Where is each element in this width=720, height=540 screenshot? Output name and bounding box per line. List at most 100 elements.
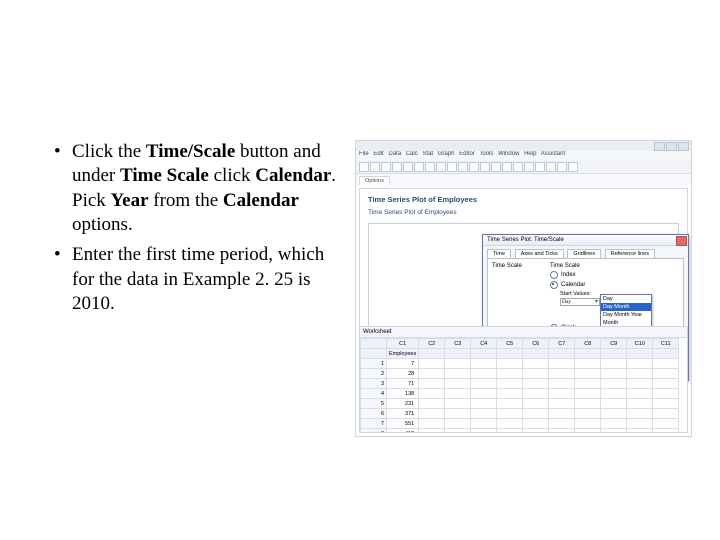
instr-1-b4: Year: [111, 190, 149, 211]
col-header[interactable]: C11: [653, 339, 679, 349]
dialog-title: Time Series Plot: Time/Scale: [487, 237, 564, 243]
radio-index[interactable]: [550, 271, 558, 279]
menu-data[interactable]: Data: [388, 151, 401, 157]
toolbar-button[interactable]: [381, 162, 391, 172]
calendar-type-select[interactable]: Day: [560, 298, 600, 306]
menu-tools[interactable]: Tools: [479, 151, 493, 157]
toolbar-button[interactable]: [469, 162, 479, 172]
worksheet: Worksheet C1 C2 C3 C4 C5 C6 C7 C8 C9 C10…: [359, 326, 688, 433]
min-button[interactable]: [654, 142, 665, 151]
menu-graph[interactable]: Graph: [438, 151, 455, 157]
corner-cell[interactable]: [361, 339, 387, 349]
instruction-item-1: Click the Time/Scale button and under Ti…: [50, 140, 350, 237]
worksheet-grid[interactable]: C1 C2 C3 C4 C5 C6 C7 C8 C9 C10 C11 Emplo…: [360, 338, 679, 433]
toolbar-button[interactable]: [513, 162, 523, 172]
toolbar-button[interactable]: [557, 162, 567, 172]
menu-edit[interactable]: Edit: [373, 151, 383, 157]
tab-axes[interactable]: Axes and Ticks: [515, 249, 564, 258]
row-header[interactable]: 6: [361, 409, 387, 419]
toolbar-button[interactable]: [392, 162, 402, 172]
col-header[interactable]: C1: [387, 339, 419, 349]
cell[interactable]: 412: [387, 429, 419, 434]
radio-calendar[interactable]: [550, 281, 558, 289]
col-header[interactable]: C10: [627, 339, 653, 349]
toolbar: [356, 160, 691, 174]
doc-tabs: Options: [356, 174, 691, 185]
toolbar-button[interactable]: [535, 162, 545, 172]
time-scale-label: Time Scale: [492, 263, 522, 269]
cell[interactable]: 371: [387, 409, 419, 419]
toolbar-button[interactable]: [524, 162, 534, 172]
dropdown-item[interactable]: Day Month: [601, 303, 651, 311]
plot-subtitle: Time Series Plot of Employees: [368, 209, 457, 216]
instr-1-b5: Calendar: [223, 190, 299, 211]
toolbar-button[interactable]: [425, 162, 435, 172]
row-header[interactable]: 2: [361, 369, 387, 379]
max-button[interactable]: [666, 142, 677, 151]
cell[interactable]: 28: [387, 369, 419, 379]
doc-tab[interactable]: Options: [359, 176, 390, 185]
menubar[interactable]: File Edit Data Calc Stat Graph Editor To…: [356, 151, 691, 160]
cell[interactable]: 551: [387, 419, 419, 429]
toolbar-button[interactable]: [359, 162, 369, 172]
cell[interactable]: 71: [387, 379, 419, 389]
toolbar-button[interactable]: [414, 162, 424, 172]
instr-1-b2: Time Scale: [120, 165, 209, 186]
toolbar-button[interactable]: [502, 162, 512, 172]
toolbar-button[interactable]: [447, 162, 457, 172]
instruction-item-2: Enter the first time period, which for t…: [50, 243, 350, 316]
toolbar-button[interactable]: [546, 162, 556, 172]
toolbar-button[interactable]: [491, 162, 501, 172]
instr-1-f: from the: [153, 190, 223, 211]
instr-1-g: options.: [72, 214, 133, 235]
tab-gridlines[interactable]: Gridlines: [567, 249, 601, 258]
instr-2: Enter the first time period, which for t…: [72, 244, 324, 314]
menu-calc[interactable]: Calc: [406, 151, 418, 157]
dialog-titlebar: Time Series Plot: Time/Scale: [483, 235, 688, 246]
worksheet-tab[interactable]: Worksheet: [360, 327, 687, 338]
tab-time[interactable]: Time: [487, 249, 511, 258]
col-header[interactable]: C3: [445, 339, 471, 349]
col-header[interactable]: C8: [575, 339, 601, 349]
toolbar-button[interactable]: [370, 162, 380, 172]
col-header[interactable]: C9: [601, 339, 627, 349]
group-label: Time Scale: [550, 263, 679, 269]
instr-1-b3: Calendar: [255, 165, 331, 186]
dropdown-item[interactable]: Day: [601, 295, 651, 303]
col-header[interactable]: C4: [471, 339, 497, 349]
row-header[interactable]: 8: [361, 429, 387, 434]
row-header[interactable]: 5: [361, 399, 387, 409]
menu-file[interactable]: File: [359, 151, 369, 157]
toolbar-button[interactable]: [568, 162, 578, 172]
close-button[interactable]: [678, 142, 689, 151]
app-screenshot: File Edit Data Calc Stat Graph Editor To…: [355, 140, 692, 437]
toolbar-button[interactable]: [480, 162, 490, 172]
toolbar-button[interactable]: [403, 162, 413, 172]
row-header[interactable]: 1: [361, 359, 387, 369]
row-header[interactable]: 4: [361, 389, 387, 399]
col-header[interactable]: C5: [497, 339, 523, 349]
col-name[interactable]: Employees: [387, 349, 419, 359]
cell[interactable]: 138: [387, 389, 419, 399]
menu-editor[interactable]: Editor: [459, 151, 475, 157]
radio-index-label: Index: [561, 272, 576, 278]
row-header[interactable]: 3: [361, 379, 387, 389]
app-titlebar: [356, 141, 691, 151]
menu-help[interactable]: Help: [524, 151, 536, 157]
toolbar-button[interactable]: [436, 162, 446, 172]
close-icon[interactable]: [676, 236, 687, 246]
cell[interactable]: 231: [387, 399, 419, 409]
plot-title: Time Series Plot of Employees: [368, 195, 477, 204]
instr-1-b1: Time/Scale: [146, 141, 235, 162]
col-header[interactable]: C7: [549, 339, 575, 349]
cell[interactable]: 7: [387, 359, 419, 369]
row-header[interactable]: 7: [361, 419, 387, 429]
toolbar-button[interactable]: [458, 162, 468, 172]
tab-reference[interactable]: Reference lines: [605, 249, 655, 258]
dropdown-item[interactable]: Day Month Year: [601, 311, 651, 319]
menu-assistant[interactable]: Assistant: [541, 151, 565, 157]
menu-stat[interactable]: Stat: [422, 151, 433, 157]
col-header[interactable]: C2: [419, 339, 445, 349]
menu-window[interactable]: Window: [498, 151, 519, 157]
col-header[interactable]: C6: [523, 339, 549, 349]
